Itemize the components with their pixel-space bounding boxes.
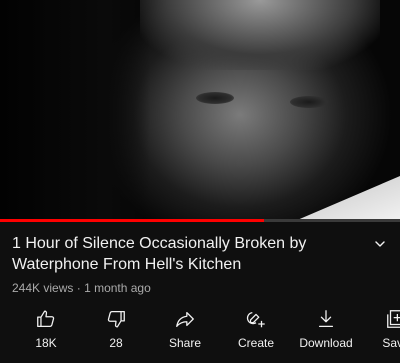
save-button[interactable]: Save	[361, 306, 400, 356]
create-label: Create	[237, 336, 275, 350]
video-meta[interactable]: 244K views · 1 month ago	[12, 281, 151, 295]
chevron-down-icon[interactable]	[372, 236, 388, 252]
video-progress-fill	[0, 219, 264, 222]
action-bar: 18K 28 Share Create Download Save	[0, 306, 400, 356]
video-frame-shirt	[295, 176, 400, 221]
create-button[interactable]: Create	[221, 306, 291, 356]
video-frame-eye	[196, 92, 234, 104]
dislike-button[interactable]: 28	[81, 306, 151, 356]
thumbs-down-icon	[107, 311, 125, 328]
dislike-count: 28	[109, 336, 123, 350]
video-frame-eye	[290, 96, 328, 108]
video-player[interactable]	[0, 0, 400, 221]
share-button[interactable]: Share	[150, 306, 220, 356]
like-button[interactable]: 18K	[11, 306, 81, 356]
download-label: Download	[299, 336, 353, 350]
video-frame-hair	[140, 0, 380, 70]
video-frame-shadow	[0, 0, 150, 221]
share-icon	[176, 311, 194, 327]
upload-age: 1 month ago	[84, 281, 151, 295]
share-label: Share	[168, 336, 202, 350]
video-title[interactable]: 1 Hour of Silence Occasionally Broken by…	[12, 233, 357, 275]
download-button[interactable]: Download	[291, 306, 361, 356]
like-count: 18K	[35, 336, 57, 350]
meta-separator: ·	[76, 281, 81, 295]
video-progress-bar[interactable]	[0, 219, 400, 222]
save-icon	[387, 310, 400, 328]
download-icon	[318, 310, 334, 327]
save-label: Save	[382, 336, 400, 350]
view-count: 244K views	[12, 281, 74, 295]
create-icon	[246, 311, 265, 328]
thumbs-up-icon	[37, 310, 55, 327]
